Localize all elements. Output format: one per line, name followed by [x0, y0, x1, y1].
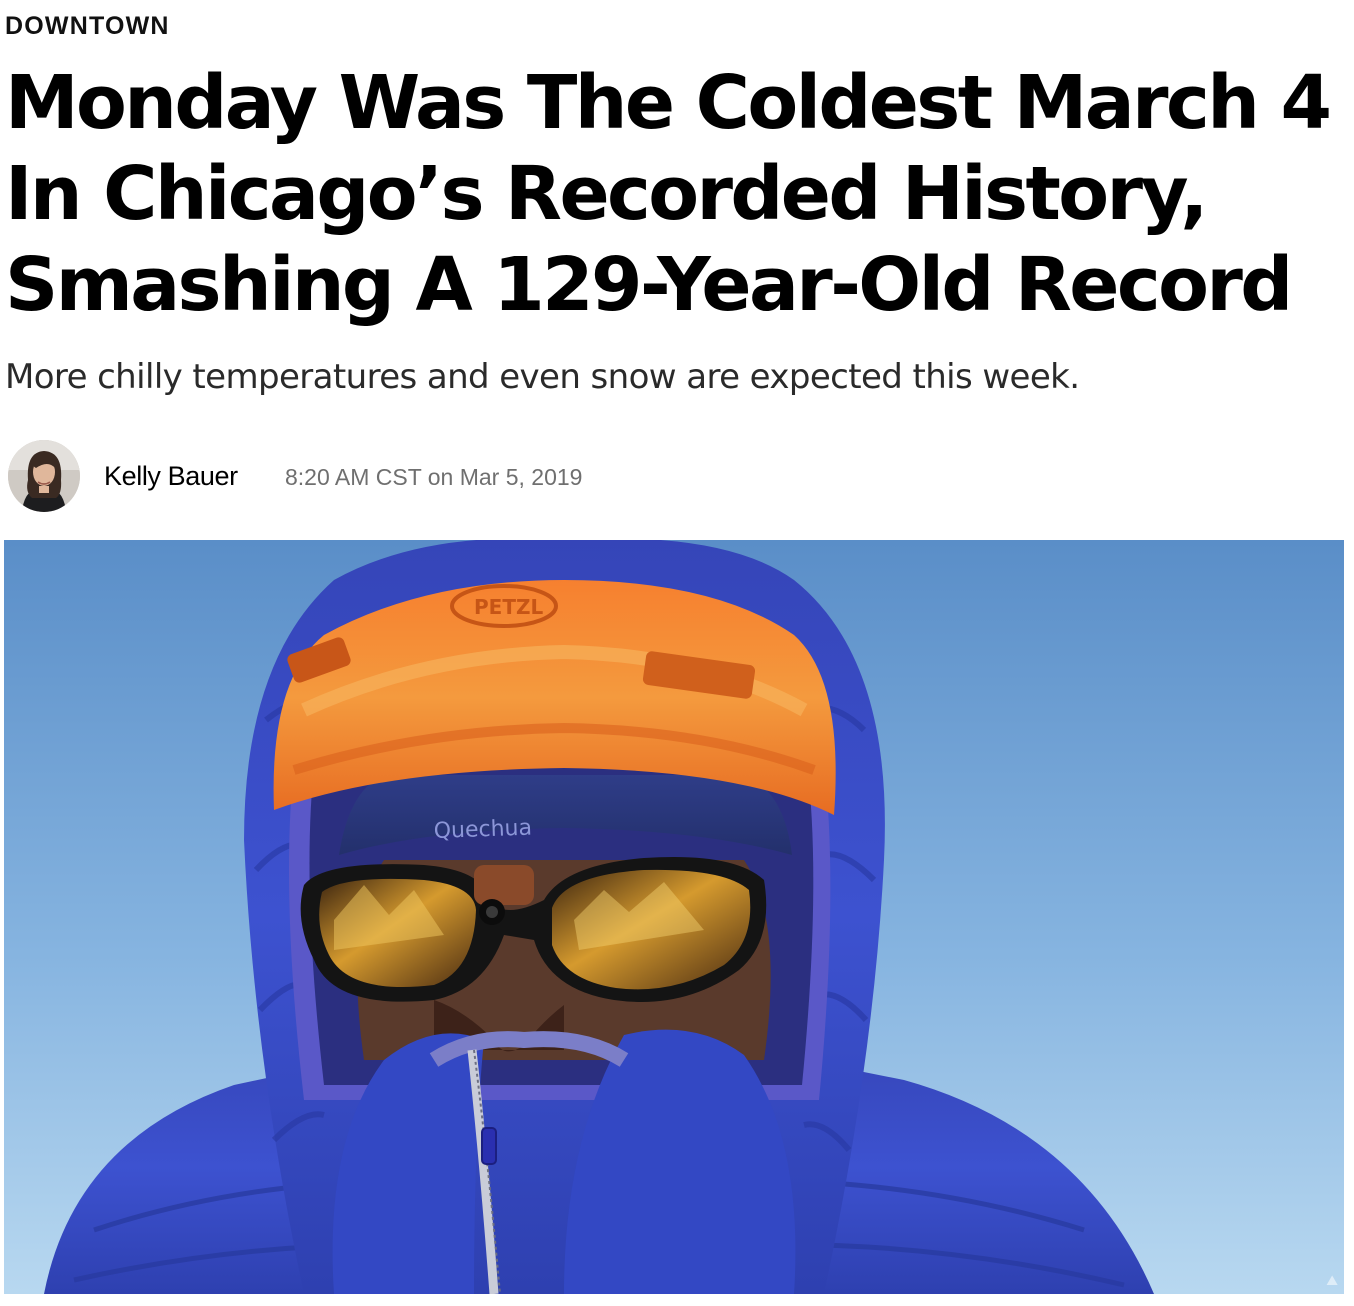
publish-timestamp: 8:20 AM CST on Mar 5, 2019 [285, 464, 583, 490]
author-avatar[interactable] [8, 440, 80, 512]
lead-image: Quechua PETZL ⛰ [4, 540, 1344, 1294]
lead-photo-hooded-person: Quechua PETZL [4, 540, 1344, 1294]
section-tag[interactable]: DOWNTOWN [5, 10, 170, 42]
headband-brand-text: Quechua [433, 816, 532, 844]
image-watermark-icon: ⛰ [1326, 1273, 1338, 1289]
avatar-portrait [8, 440, 80, 512]
helmet-brand-text: PETZL [474, 595, 543, 619]
byline: Kelly Bauer 8:20 AM CST on Mar 5, 2019 [8, 440, 1208, 512]
headline: Monday Was The Coldest March 4 In Chicag… [5, 60, 1332, 328]
subheadline: More chilly temperatures and even snow a… [5, 357, 1080, 397]
article: DOWNTOWN Monday Was The Coldest March 4 … [0, 0, 1354, 1306]
author-name-link[interactable]: Kelly Bauer [104, 459, 238, 493]
